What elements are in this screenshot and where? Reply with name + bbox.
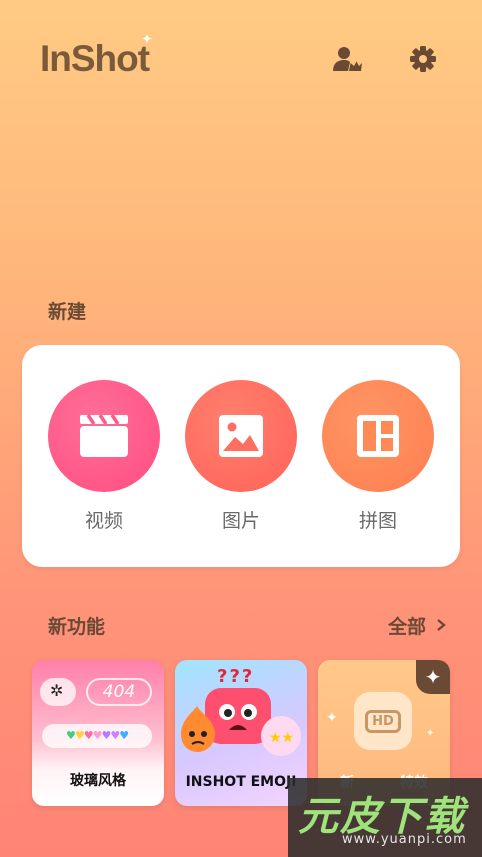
watermark-overlay: 元皮下载 www.yuanpi.com [288,778,482,857]
video-circle [48,380,160,492]
create-photo-button[interactable]: 图片 [185,380,297,533]
feature-label-glass: 玻璃风格 [70,773,126,789]
emoji-illustration: ★★ [181,688,301,756]
sparkle-icon: ✦ [142,32,152,46]
watermark-url: www.yuanpi.com [342,832,467,847]
sparkle-corner-icon: ✦ [416,660,450,694]
sparkle-small-icon: ✦ [326,710,338,726]
loading-pill: ✲ [40,678,76,706]
create-collage-label: 拼图 [358,510,397,532]
badge-404: 404 [86,678,152,706]
features-section-title: 新功能 [48,616,106,638]
top-bar: InShot ✦ [0,0,482,110]
clapperboard-icon [80,414,128,457]
see-all-link[interactable]: 全部 [388,612,446,639]
create-card: 视频 图片 拼图 [22,345,460,567]
create-photo-label: 图片 [221,510,260,532]
gear-icon[interactable] [408,44,438,74]
create-video-label: 视频 [84,510,123,532]
collage-layout-icon [357,415,399,457]
create-video-button[interactable]: 视频 [48,380,160,533]
logo-text: InShot [40,38,150,79]
spinner-icon: ✲ [50,681,64,700]
hd-icon: HD [354,692,412,750]
create-collage-button[interactable]: 拼图 [322,380,434,533]
create-section-title: 新建 [48,301,87,323]
sparkle-tiny-icon: ✦ [426,728,435,739]
app-logo: InShot ✦ [40,32,152,80]
see-all-label: 全部 [387,616,426,638]
feature-card-glass[interactable]: ✲ 404 ♥♥♥♥♥♥♥ 玻璃风格 [32,660,164,806]
hd-text: HD [365,709,401,733]
photo-circle [185,380,297,492]
chevron-right-icon [436,615,446,637]
svg-text:★★: ★★ [269,730,294,746]
hearts-row: ♥♥♥♥♥♥♥ [42,724,152,748]
image-icon [219,415,263,457]
collage-circle [322,380,434,492]
vip-user-crown-icon[interactable] [332,44,362,74]
